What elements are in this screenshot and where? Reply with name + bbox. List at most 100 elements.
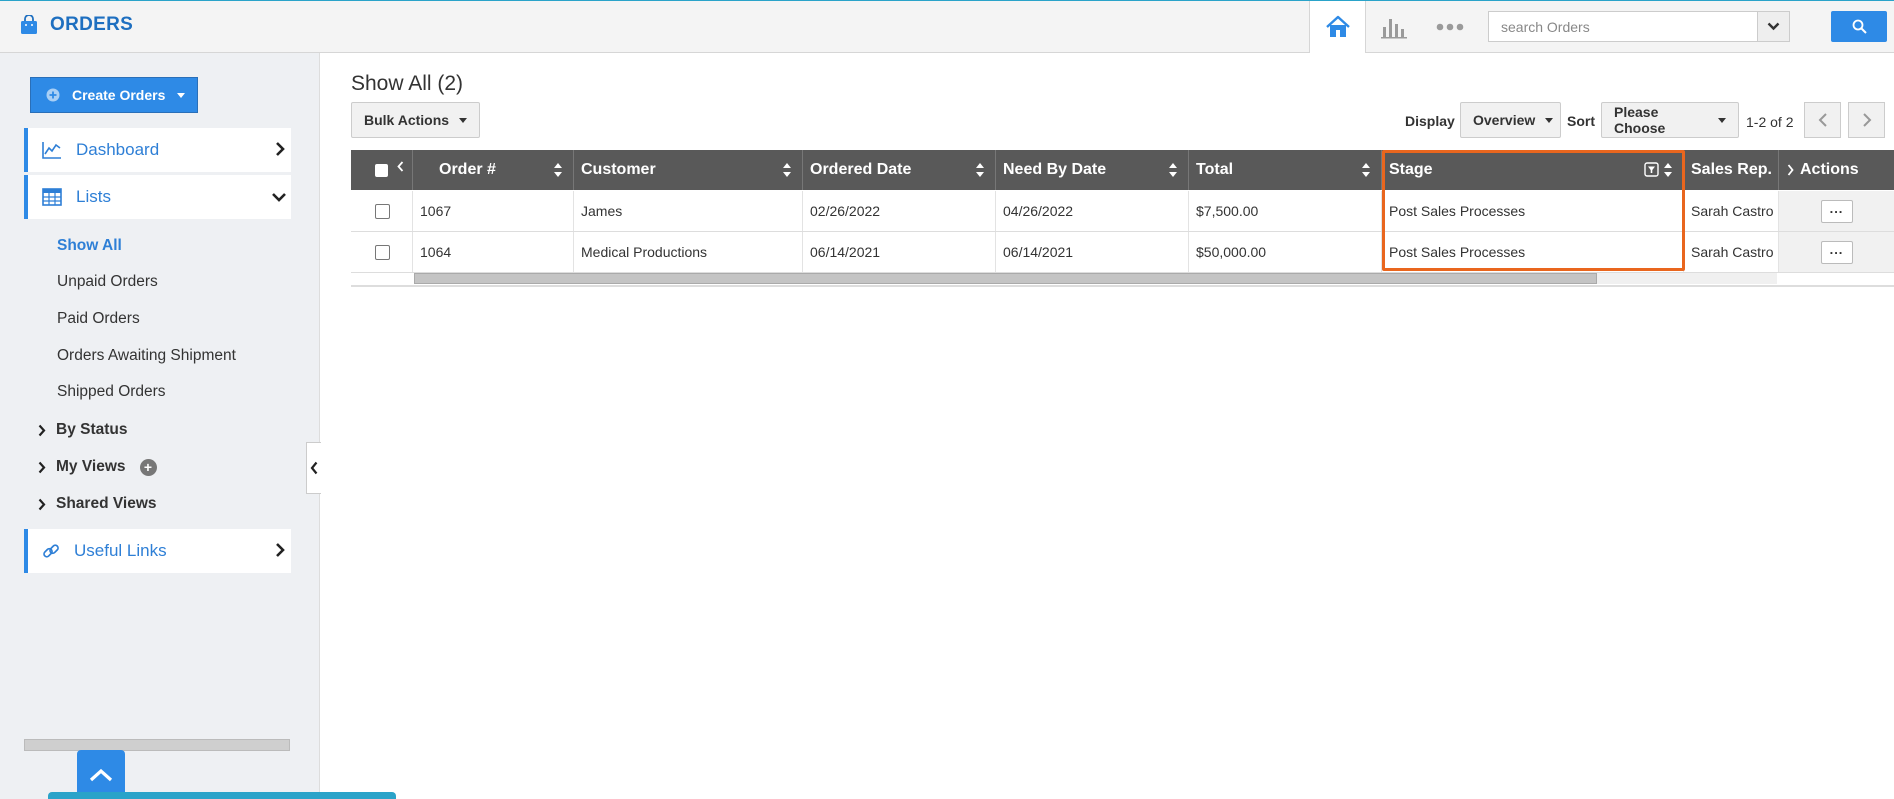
create-orders-label: Create Orders [72,87,166,103]
column-label: Total [1196,161,1234,178]
next-page-button[interactable] [1848,102,1885,138]
app-title-text: ORDERS [50,14,134,35]
column-sales-rep[interactable]: Sales Rep. [1684,150,1779,190]
caret-down-icon [1545,117,1554,123]
group-by-status[interactable]: By Status [38,421,128,439]
list-item-shipped-orders[interactable]: Shipped Orders [57,383,166,401]
cell-customer[interactable]: Medical Productions [574,232,803,272]
caret-down-icon [1718,117,1726,123]
cell-actions: ... [1779,191,1894,231]
chevron-right-icon [38,498,46,510]
column-ordered-date[interactable]: Ordered Date [803,150,996,190]
filter-icon[interactable] [1644,162,1659,177]
row-actions-button[interactable]: ... [1820,240,1853,264]
sort-icon [554,163,562,177]
cell-stage: Post Sales Processes [1382,191,1684,231]
chevron-left-icon[interactable] [397,161,404,172]
list-item-orders-awaiting-shipment[interactable]: Orders Awaiting Shipment [57,347,236,365]
chevron-right-icon[interactable] [1787,164,1794,176]
row-checkbox[interactable] [375,244,390,260]
home-icon [1325,15,1350,37]
bar-chart-icon [1381,19,1407,39]
bulk-actions-button[interactable]: Bulk Actions [351,102,481,138]
sidebar-item-dashboard[interactable]: Dashboard [24,128,291,172]
caret-down-icon [459,117,468,123]
cell-need-by-date: 06/14/2021 [996,232,1189,272]
reports-button[interactable] [1366,1,1422,53]
home-button[interactable] [1309,1,1366,53]
sidebar-collapse-toggle[interactable] [306,442,321,494]
select-all-checkbox[interactable] [375,163,388,177]
search-button[interactable] [1831,11,1887,42]
column-label: Ordered Date [810,161,912,178]
list-item-paid-orders[interactable]: Paid Orders [57,310,140,328]
row-select-cell [351,191,413,231]
search-input[interactable] [1489,12,1757,41]
display-dropdown[interactable]: Overview [1460,102,1561,138]
column-need-by-date[interactable]: Need By Date [996,150,1189,190]
chevron-right-icon [276,543,285,557]
create-orders-button[interactable]: Create Orders [30,77,198,113]
sort-label: Sort [1567,113,1595,129]
prev-page-button[interactable] [1804,102,1841,138]
sidebar-item-label: Useful Links [74,541,167,560]
group-my-views[interactable]: My Views + [38,458,157,476]
line-chart-icon [42,142,61,159]
group-label: My Views [56,458,126,475]
sort-icon [976,163,984,177]
chevron-right-icon [38,461,46,473]
table-scrollbar-thumb[interactable] [414,273,1597,284]
column-label: Sales Rep. [1691,161,1772,178]
group-shared-views[interactable]: Shared Views [38,495,157,513]
sidebar-item-label: Lists [76,187,111,206]
table-row[interactable]: 1064 Medical Productions 06/14/2021 06/1… [351,232,1894,273]
top-bar: ORDERS [0,0,1894,53]
cell-order-number[interactable]: 1067 [413,191,574,231]
sidebar-item-label: Dashboard [76,140,160,159]
table-divider [351,285,1894,287]
list-item-show-all[interactable]: Show All [57,237,122,255]
cell-order-number[interactable]: 1064 [413,232,574,272]
column-total[interactable]: Total [1189,150,1382,190]
sort-icon [1362,163,1370,177]
page-title: Show All (2) [351,72,464,95]
cell-sales-rep: Sarah Castro [1684,191,1779,231]
more-button[interactable] [1422,1,1478,53]
row-actions-button[interactable]: ... [1820,199,1853,223]
sort-icon [783,163,791,177]
sort-icon [1664,163,1672,177]
chevron-right-icon [38,424,46,436]
add-view-icon[interactable]: + [139,458,157,476]
caret-down-icon [177,92,186,98]
top-icon-group [1309,1,1478,53]
chevron-down-icon [272,193,286,202]
display-label: Display [1405,113,1455,129]
column-actions[interactable]: Actions [1779,150,1894,190]
column-stage[interactable]: Stage [1382,150,1684,190]
column-customer[interactable]: Customer [574,150,803,190]
cell-need-by-date: 04/26/2022 [996,191,1189,231]
chevron-down-icon [1767,22,1780,31]
sort-icon [1169,163,1177,177]
chevron-left-icon [1818,113,1827,127]
cell-customer[interactable]: James [574,191,803,231]
search-box [1488,11,1790,42]
magnifier-icon [1852,19,1867,34]
list-item-unpaid-orders[interactable]: Unpaid Orders [57,273,158,291]
cell-stage: Post Sales Processes [1382,232,1684,272]
row-select-cell [351,232,413,272]
app-title[interactable]: ORDERS [20,14,133,36]
column-order-number[interactable]: Order # [413,150,574,190]
sidebar-item-useful-links[interactable]: Useful Links [24,529,291,573]
sidebar-scrollbar[interactable] [24,739,290,751]
column-label: Need By Date [1003,161,1107,178]
row-checkbox[interactable] [375,203,390,219]
cell-ordered-date: 02/26/2022 [803,191,996,231]
sort-dropdown[interactable]: Please Choose [1601,102,1739,138]
table-row[interactable]: 1067 James 02/26/2022 04/26/2022 $7,500.… [351,191,1894,232]
column-label: Customer [581,161,656,178]
bulk-actions-label: Bulk Actions [364,112,450,128]
search-filter-dropdown[interactable] [1757,12,1789,41]
sidebar-item-lists[interactable]: Lists [24,175,291,219]
shopping-bag-icon [21,15,37,34]
